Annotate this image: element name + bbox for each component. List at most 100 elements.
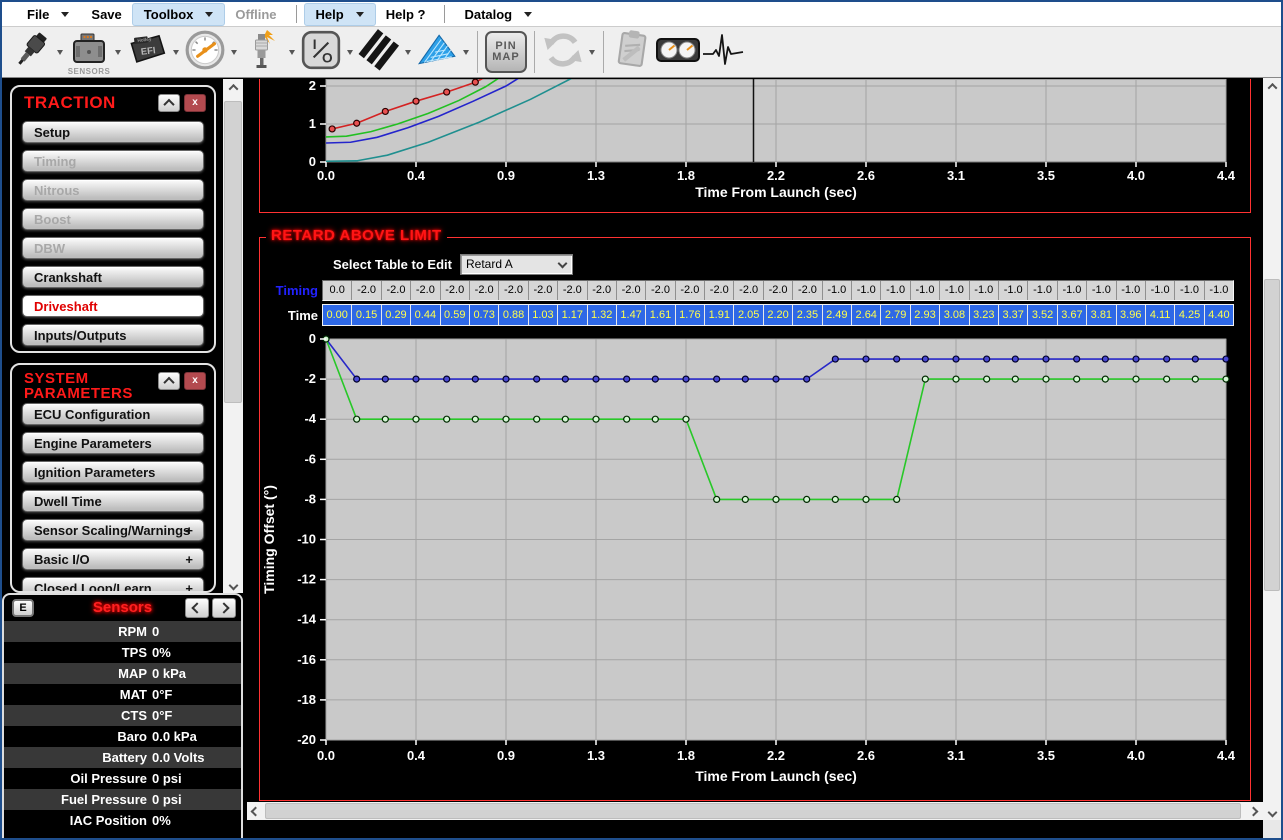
time-cell[interactable]: 4.25 bbox=[1175, 305, 1204, 325]
timing-cell[interactable]: -2.0 bbox=[558, 281, 587, 300]
time-cell[interactable]: 1.32 bbox=[588, 305, 617, 325]
toolbar-dropdown-arrow[interactable] bbox=[54, 29, 66, 75]
timing-cell[interactable]: -2.0 bbox=[411, 281, 440, 300]
menu-file[interactable]: File bbox=[16, 4, 80, 25]
sensors-module-toolbar-button[interactable]: SENSORS bbox=[66, 29, 112, 75]
time-cell[interactable]: 4.11 bbox=[1146, 305, 1175, 325]
timing-cell[interactable]: -1.0 bbox=[1028, 281, 1057, 300]
time-cell[interactable]: 3.23 bbox=[970, 305, 999, 325]
timing-cell[interactable]: -1.0 bbox=[1087, 281, 1116, 300]
system-ecu-configuration-button[interactable]: ECU Configuration bbox=[22, 403, 204, 425]
traction-setup-button[interactable]: Setup bbox=[22, 121, 204, 143]
time-cell[interactable]: 0.00 bbox=[323, 305, 352, 325]
toolbar-dropdown-arrow[interactable] bbox=[344, 29, 356, 75]
gauge-toolbar-button[interactable] bbox=[182, 29, 228, 75]
time-cell[interactable]: 3.81 bbox=[1087, 305, 1116, 325]
system-sensor-scaling-warnings-button[interactable]: Sensor Scaling/Warnings+ bbox=[22, 519, 204, 541]
timing-cell[interactable]: -2.0 bbox=[764, 281, 793, 300]
pin-map-toolbar-button[interactable]: PINMAP bbox=[483, 29, 529, 75]
timing-cell[interactable]: -2.0 bbox=[676, 281, 705, 300]
timing-cell[interactable]: -2.0 bbox=[470, 281, 499, 300]
traction-collapse-button[interactable] bbox=[158, 94, 180, 112]
timing-cell[interactable]: -2.0 bbox=[441, 281, 470, 300]
menu-help[interactable]: Help ? bbox=[375, 4, 437, 25]
spark-plug-toolbar-button[interactable] bbox=[240, 29, 286, 75]
system-closed-loop-learn-button[interactable]: Closed Loop/Learn+ bbox=[22, 577, 204, 593]
timing-cell[interactable]: 0.0 bbox=[323, 281, 352, 300]
time-cell[interactable]: 1.47 bbox=[617, 305, 646, 325]
menu-offline[interactable]: Offline bbox=[224, 4, 287, 25]
system-close-button[interactable]: x bbox=[184, 372, 206, 390]
menu-toolbox[interactable]: Toolbox bbox=[133, 4, 225, 25]
scroll-right-button[interactable] bbox=[1245, 802, 1261, 820]
main-vertical-scrollbar[interactable] bbox=[1263, 78, 1281, 820]
timing-cell[interactable]: -1.0 bbox=[881, 281, 910, 300]
time-cell[interactable]: 2.35 bbox=[793, 305, 822, 325]
timing-cell[interactable]: -2.0 bbox=[793, 281, 822, 300]
dual-gauges-toolbar-button[interactable] bbox=[655, 29, 701, 75]
time-cell[interactable]: 2.93 bbox=[911, 305, 940, 325]
sensors-prev-button[interactable] bbox=[185, 598, 209, 618]
toolbar-dropdown-arrow[interactable] bbox=[170, 29, 182, 75]
efi-module-toolbar-button[interactable]: HolleyEFI bbox=[124, 29, 170, 75]
horizontal-scrollbar-thumb[interactable] bbox=[265, 803, 1241, 819]
traction-close-button[interactable]: x bbox=[184, 94, 206, 112]
timing-cell[interactable]: -1.0 bbox=[1058, 281, 1087, 300]
time-cell[interactable]: 2.49 bbox=[823, 305, 852, 325]
time-cell[interactable]: 2.05 bbox=[734, 305, 763, 325]
timing-cell[interactable]: -1.0 bbox=[852, 281, 881, 300]
timing-cell[interactable]: -1.0 bbox=[1117, 281, 1146, 300]
time-cell[interactable]: 3.08 bbox=[940, 305, 969, 325]
timing-cell[interactable]: -2.0 bbox=[382, 281, 411, 300]
timing-cell[interactable]: -1.0 bbox=[1146, 281, 1175, 300]
time-cell[interactable]: 4.40 bbox=[1205, 305, 1233, 325]
system-engine-parameters-button[interactable]: Engine Parameters bbox=[22, 432, 204, 454]
traction-crankshaft-button[interactable]: Crankshaft bbox=[22, 266, 204, 288]
sidebar-scrollbar[interactable] bbox=[223, 79, 243, 593]
time-cell[interactable]: 1.03 bbox=[529, 305, 558, 325]
menu-save[interactable]: Save bbox=[80, 4, 132, 25]
main-scroll-down-button[interactable] bbox=[1263, 804, 1281, 820]
sensors-next-button[interactable] bbox=[212, 598, 236, 618]
system-collapse-button[interactable] bbox=[158, 372, 180, 390]
time-cell[interactable]: 0.59 bbox=[441, 305, 470, 325]
time-cell[interactable]: 2.64 bbox=[852, 305, 881, 325]
fuel-injector-toolbar-button[interactable] bbox=[8, 29, 54, 75]
timing-cell[interactable]: -1.0 bbox=[940, 281, 969, 300]
time-cell[interactable]: 0.73 bbox=[470, 305, 499, 325]
time-cell[interactable]: 1.76 bbox=[676, 305, 705, 325]
timing-cell[interactable]: -1.0 bbox=[970, 281, 999, 300]
time-cell[interactable]: 0.29 bbox=[382, 305, 411, 325]
time-cell[interactable]: 0.15 bbox=[352, 305, 381, 325]
menu-help[interactable]: Help bbox=[305, 4, 375, 25]
sidebar-scroll-up-button[interactable] bbox=[223, 79, 243, 95]
scroll-left-button[interactable] bbox=[247, 802, 263, 820]
main-scroll-up-button[interactable] bbox=[1263, 78, 1281, 94]
toolbar-dropdown-arrow[interactable] bbox=[228, 29, 240, 75]
time-cell[interactable]: 0.88 bbox=[499, 305, 528, 325]
time-cell[interactable]: 1.91 bbox=[705, 305, 734, 325]
surface-map-toolbar-button[interactable] bbox=[414, 29, 460, 75]
system-dwell-time-button[interactable]: Dwell Time bbox=[22, 490, 204, 512]
timing-cell[interactable]: -2.0 bbox=[352, 281, 381, 300]
timing-cell[interactable]: -1.0 bbox=[911, 281, 940, 300]
main-scrollbar-thumb[interactable] bbox=[1264, 279, 1280, 591]
timing-cell[interactable]: -2.0 bbox=[499, 281, 528, 300]
toolbar-dropdown-arrow[interactable] bbox=[402, 29, 414, 75]
timing-cell[interactable]: -1.0 bbox=[1175, 281, 1204, 300]
io-button-toolbar-button[interactable]: IO bbox=[298, 29, 344, 75]
timing-cell[interactable]: -2.0 bbox=[588, 281, 617, 300]
sidebar-scrollbar-thumb[interactable] bbox=[224, 101, 242, 403]
toolbar-dropdown-arrow[interactable] bbox=[112, 29, 124, 75]
sidebar-scroll-down-button[interactable] bbox=[223, 577, 243, 593]
time-cell[interactable]: 0.44 bbox=[411, 305, 440, 325]
belt-toolbar-button[interactable] bbox=[356, 29, 402, 75]
timing-cell[interactable]: -2.0 bbox=[705, 281, 734, 300]
traction-inputs-outputs-button[interactable]: Inputs/Outputs bbox=[22, 324, 204, 346]
main-horizontal-scrollbar[interactable] bbox=[247, 802, 1263, 820]
timing-cell[interactable]: -2.0 bbox=[646, 281, 675, 300]
timing-cell[interactable]: -1.0 bbox=[823, 281, 852, 300]
time-cell[interactable]: 3.67 bbox=[1058, 305, 1087, 325]
system-ignition-parameters-button[interactable]: Ignition Parameters bbox=[22, 461, 204, 483]
menu-datalog[interactable]: Datalog bbox=[453, 4, 543, 25]
